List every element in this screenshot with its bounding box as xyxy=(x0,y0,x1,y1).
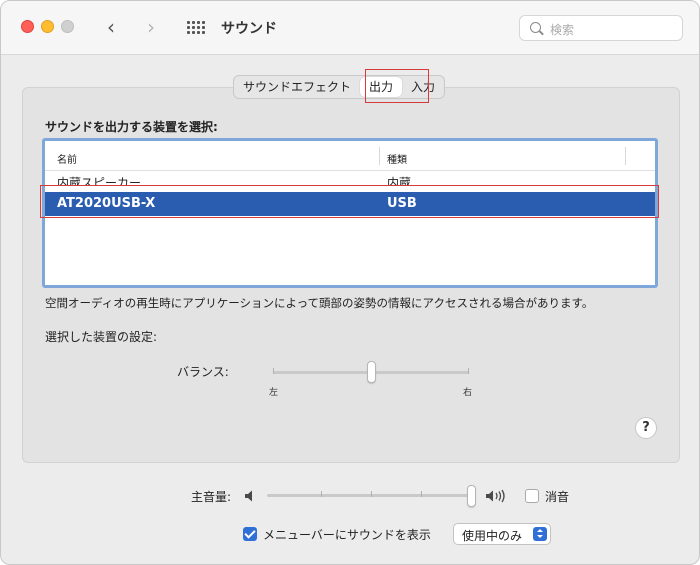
search-placeholder: 検索 xyxy=(550,23,575,37)
zoom-button[interactable] xyxy=(61,20,74,33)
tab-bar: サウンドエフェクト 出力 入力 xyxy=(233,75,446,99)
tab-input[interactable]: 入力 xyxy=(402,76,444,98)
column-header-name[interactable]: 名前 xyxy=(57,151,77,166)
table-header: 名前 種類 xyxy=(45,141,655,171)
column-separator xyxy=(379,147,380,165)
device-name: AT2020USB-X xyxy=(57,196,156,211)
speaker-high-icon xyxy=(486,489,505,503)
menubar-visibility-value: 使用中のみ xyxy=(462,529,523,543)
slider-tick xyxy=(273,368,274,374)
chevron-up-down-icon xyxy=(533,527,547,541)
tab-sound-effects[interactable]: サウンドエフェクト xyxy=(234,76,360,98)
mute-checkbox[interactable] xyxy=(525,489,539,503)
window-title: サウンド xyxy=(221,21,277,37)
minimize-button[interactable] xyxy=(41,20,54,33)
device-name: 内蔵スピーカー xyxy=(57,176,142,186)
speaker-low-icon xyxy=(245,490,252,502)
device-type: 内蔵 xyxy=(387,176,412,186)
slider-tick xyxy=(321,491,322,497)
close-button[interactable] xyxy=(21,20,34,33)
show-in-menubar-checkbox[interactable] xyxy=(243,527,257,541)
column-header-type[interactable]: 種類 xyxy=(387,151,407,166)
show-all-grid-icon[interactable] xyxy=(187,21,205,35)
search-icon xyxy=(530,22,541,33)
balance-right-label: 右 xyxy=(463,388,473,398)
output-section-label: サウンドを出力する装置を選択: xyxy=(45,120,218,134)
output-device-table[interactable]: 名前 種類 内蔵スピーカー 内蔵 AT2020USB-X USB xyxy=(42,138,658,288)
tab-output[interactable]: 出力 xyxy=(360,77,403,97)
search-field[interactable]: 検索 xyxy=(519,15,683,41)
slider-tick xyxy=(421,491,422,497)
slider-tick xyxy=(468,368,469,374)
table-row[interactable]: 内蔵スピーカー 内蔵 xyxy=(45,172,655,186)
device-type: USB xyxy=(387,196,417,211)
column-separator xyxy=(625,147,626,165)
title-bar: ‹ › サウンド 検索 xyxy=(1,1,699,55)
menubar-visibility-select[interactable]: 使用中のみ xyxy=(453,523,551,545)
forward-icon[interactable]: › xyxy=(147,15,155,39)
balance-slider-knob[interactable] xyxy=(367,361,376,383)
spatial-audio-info: 空間オーディオの再生時にアプリケーションによって頭部の姿勢の情報にアクセスされる… xyxy=(45,296,594,310)
back-icon[interactable]: ‹ xyxy=(107,15,115,39)
balance-left-label: 左 xyxy=(269,388,279,398)
mute-label: 消音 xyxy=(545,490,570,504)
output-volume-slider-knob[interactable] xyxy=(467,485,476,507)
slider-tick xyxy=(371,491,372,497)
output-volume-label: 主音量: xyxy=(191,490,232,504)
show-in-menubar-label: メニューバーにサウンドを表示 xyxy=(263,528,431,542)
help-button[interactable]: ? xyxy=(635,417,657,439)
balance-label: バランス: xyxy=(177,365,229,379)
device-settings-label: 選択した装置の設定: xyxy=(45,330,158,344)
sound-preferences-window: ‹ › サウンド 検索 サウンドエフェクト 出力 入力 サウンドを出力する装置を… xyxy=(0,0,700,565)
table-row-selected[interactable]: AT2020USB-X USB xyxy=(45,192,655,216)
